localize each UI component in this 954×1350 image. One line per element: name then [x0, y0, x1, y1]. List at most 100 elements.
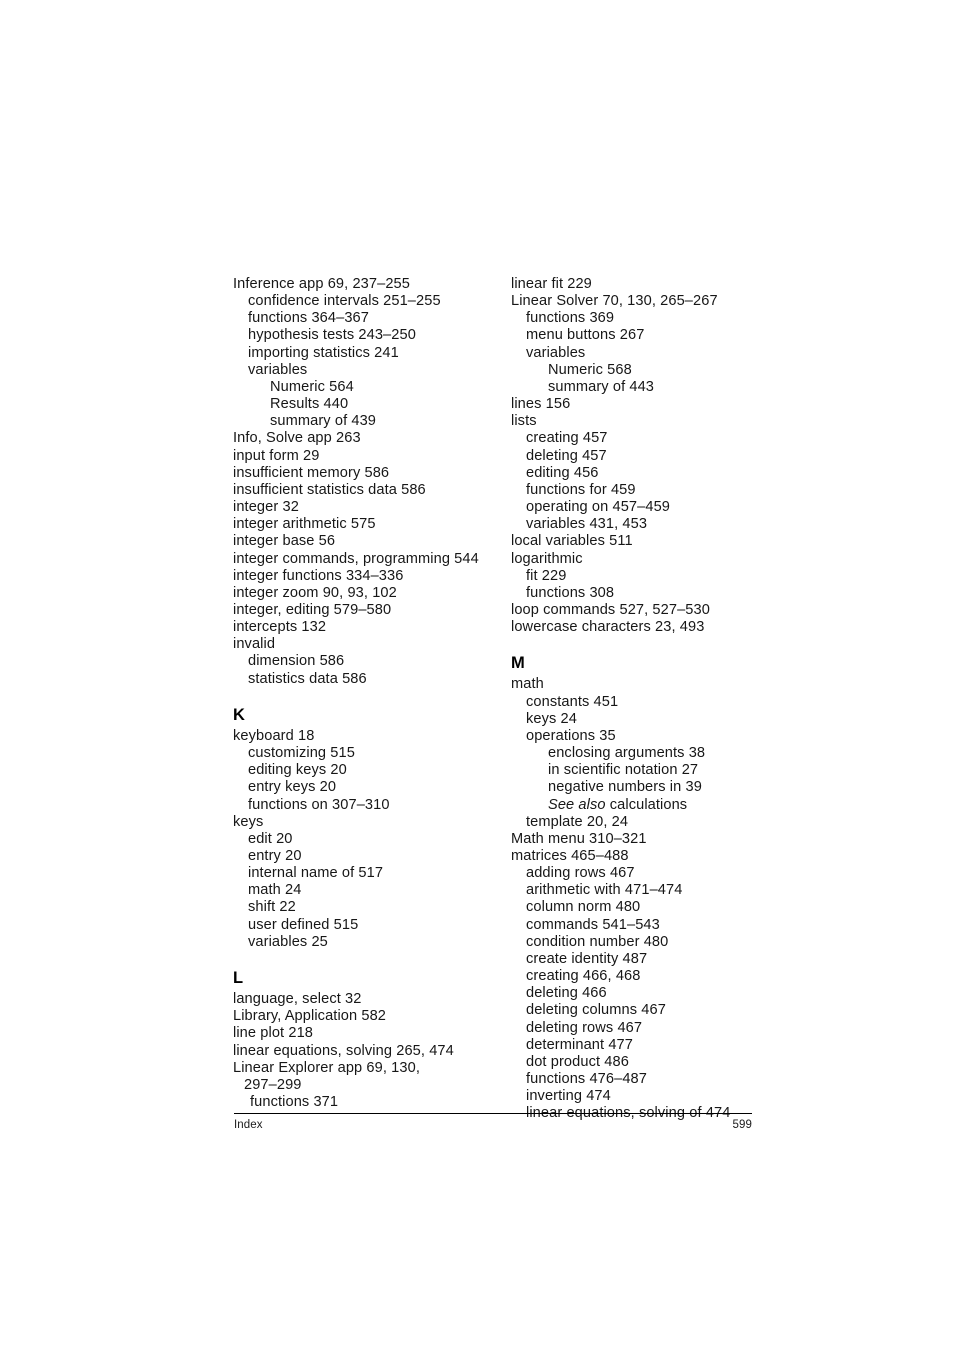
index-entry: integer 32 — [233, 499, 299, 516]
index-entry: line plot 218 — [233, 1025, 314, 1042]
index-entry: constants 451 — [526, 693, 619, 710]
index-entry: Math menu 310–321 — [511, 830, 647, 847]
index-entry: operations 35 — [526, 727, 616, 744]
see-also-target: calculations — [605, 796, 688, 813]
index-entry: insufficient memory 586 — [233, 464, 390, 481]
index-entry: integer functions 334–336 — [233, 567, 404, 584]
index-entry: statistics data 586 — [248, 670, 367, 687]
index-entry: Inference app 69, 237–255 — [233, 276, 410, 292]
index-entry: functions 308 — [526, 584, 615, 601]
index-entry: math 24 — [248, 882, 302, 899]
section-letter-m: M — [511, 654, 525, 673]
index-page: Inference app 69, 237–255 confidence inte… — [0, 0, 954, 1350]
index-entry: matrices 465–488 — [511, 848, 629, 864]
index-entry: deleting 457 — [526, 447, 607, 464]
index-entry: Library, Application 582 — [233, 1008, 387, 1025]
index-entry: Numeric 568 — [548, 361, 632, 378]
index-entry: Linear Explorer app 69, 130, — [233, 1059, 420, 1076]
index-entry: linear fit 229 — [511, 276, 592, 292]
index-entry: loop commands 527, 527–530 — [511, 601, 710, 618]
index-entry: variables — [526, 344, 586, 361]
index-entry: integer arithmetic 575 — [233, 516, 376, 533]
index-entry: Numeric 564 — [270, 378, 354, 395]
index-entry: negative numbers in 39 — [548, 779, 702, 796]
index-entry: Results 440 — [270, 396, 349, 413]
index-entry: linear equations, solving 265, 474 — [233, 1042, 454, 1059]
right-column: linear fit 229 Linear Solver 70, 130, 265… — [511, 276, 756, 1123]
index-entry: editing 456 — [526, 464, 599, 481]
index-entry: keys — [233, 813, 264, 830]
index-entry: hypothesis tests 243–250 — [248, 327, 416, 344]
index-entry: editing keys 20 — [248, 762, 347, 779]
index-entry: math — [511, 676, 544, 693]
index-entry: deleting 466 — [526, 985, 607, 1002]
index-entry: keys 24 — [526, 710, 577, 727]
index-entry: functions 476–487 — [526, 1071, 647, 1088]
index-entry: template 20, 24 — [526, 813, 629, 830]
index-entry: intercepts 132 — [233, 619, 327, 636]
index-entry: integer commands, programming 544 — [233, 550, 479, 567]
index-entry: operating on 457–459 — [526, 499, 671, 516]
index-entry: creating 457 — [526, 430, 608, 447]
index-entry: arithmetic with 471–474 — [526, 882, 683, 899]
index-entry: importing statistics 241 — [248, 344, 399, 361]
index-entry: input form 29 — [233, 447, 320, 464]
index-entry: language, select 32 — [233, 991, 362, 1008]
footer-section-label: Index — [234, 1119, 263, 1131]
index-entry: adding rows 467 — [526, 865, 635, 882]
index-entry: functions 369 — [526, 310, 615, 327]
footer-divider — [234, 1113, 752, 1114]
index-entry: integer zoom 90, 93, 102 — [233, 584, 397, 601]
index-entry: fit 229 — [526, 567, 567, 584]
index-entry: functions on 307–310 — [248, 796, 390, 813]
index-entry: lines 156 — [511, 396, 571, 413]
index-entry: internal name of 517 — [248, 865, 384, 882]
see-also-label: See also — [548, 796, 606, 813]
index-columns: Inference app 69, 237–255 confidence inte… — [233, 276, 753, 1121]
index-entry: inverting 474 — [526, 1088, 611, 1105]
index-entry: dot product 486 — [526, 1053, 629, 1070]
index-entry: create identity 487 — [526, 950, 648, 967]
index-entry: deleting columns 467 — [526, 1002, 666, 1019]
index-entry: condition number 480 — [526, 933, 669, 950]
left-column: Inference app 69, 237–255 confidence inte… — [233, 276, 479, 1111]
index-entry: Info, Solve app 263 — [233, 430, 361, 447]
index-entry: edit 20 — [248, 830, 293, 847]
index-entry: insufficient statistics data 586 — [233, 481, 426, 498]
index-entry: summary of 443 — [548, 378, 655, 395]
index-entry: commands 541–543 — [526, 916, 660, 933]
index-entry: customizing 515 — [248, 745, 355, 762]
page-footer: Index 599 — [234, 1117, 752, 1135]
index-entry: lowercase characters 23, 493 — [511, 619, 705, 636]
index-entry: deleting rows 467 — [526, 1019, 643, 1036]
index-entry: invalid — [233, 636, 276, 653]
index-entry: logarithmic — [511, 550, 583, 567]
index-entry: integer base 56 — [233, 533, 336, 550]
index-entry: menu buttons 267 — [526, 327, 645, 344]
index-entry: lists — [511, 413, 537, 430]
index-entry: functions 371 — [250, 1094, 339, 1111]
index-entry: shift 22 — [248, 899, 296, 916]
index-entry: in scientific notation 27 — [548, 762, 699, 779]
index-entry: entry 20 — [248, 848, 302, 864]
index-entry: variables 431, 453 — [526, 516, 648, 533]
index-entry: functions 364–367 — [248, 310, 369, 327]
index-entry: confidence intervals 251–255 — [248, 293, 441, 310]
index-entry: 297–299 — [244, 1076, 302, 1093]
index-entry: functions for 459 — [526, 481, 636, 498]
index-entry: determinant 477 — [526, 1036, 633, 1053]
index-entry: See also calculations — [511, 797, 756, 814]
index-entry: variables 25 — [248, 933, 328, 950]
index-entry: column norm 480 — [526, 899, 641, 916]
section-letter-k: K — [233, 705, 246, 724]
index-entry: variables — [248, 361, 308, 378]
section-letter-l: L — [233, 968, 244, 987]
index-entry: summary of 439 — [270, 413, 377, 430]
index-entry: dimension 586 — [248, 653, 345, 670]
footer-page-number: 599 — [732, 1119, 752, 1131]
index-entry: local variables 511 — [511, 533, 633, 550]
index-entry: entry keys 20 — [248, 779, 337, 796]
index-entry: Linear Solver 70, 130, 265–267 — [511, 293, 718, 310]
index-entry: creating 466, 468 — [526, 968, 641, 985]
index-entry: keyboard 18 — [233, 727, 315, 744]
